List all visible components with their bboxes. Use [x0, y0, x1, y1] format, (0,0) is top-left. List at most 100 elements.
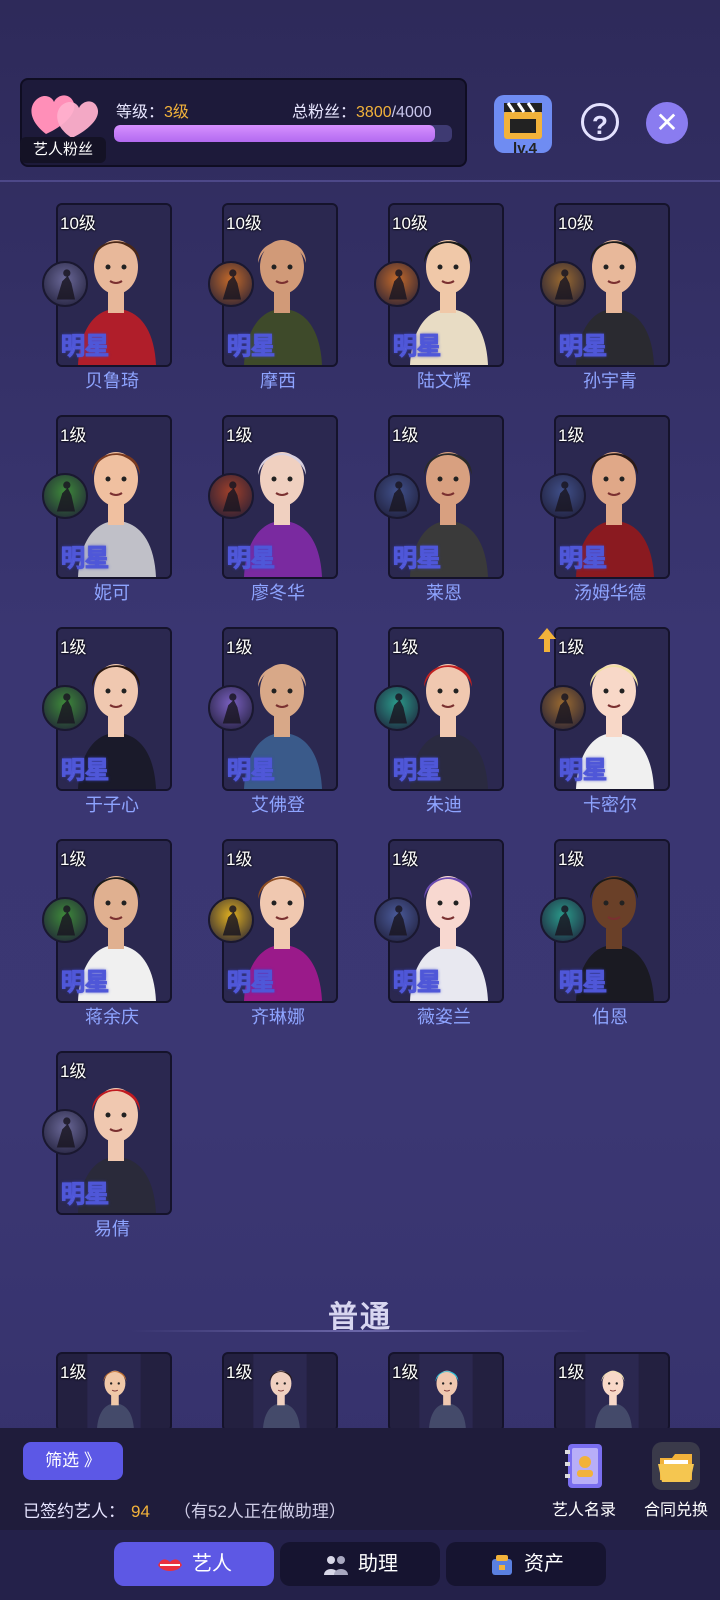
- contract-folder-icon: [652, 1442, 700, 1490]
- artist-name: 贝鲁琦: [85, 371, 139, 391]
- level-value: 3级: [164, 104, 189, 121]
- star-label: 明星: [559, 545, 608, 573]
- assistants-icon: [324, 1555, 348, 1575]
- fans-current: 3800: [356, 104, 392, 121]
- artist-name: 陆文辉: [417, 371, 471, 391]
- header-divider: [0, 180, 720, 182]
- artist-name: 莱恩: [426, 583, 462, 603]
- star-label: 明星: [227, 757, 276, 785]
- dancer-icon: [540, 897, 586, 943]
- star-label: 明星: [559, 969, 608, 997]
- thinker-icon: [374, 261, 420, 307]
- artist-name: 孙宇青: [583, 371, 637, 391]
- tab-assistants-label: 助理: [358, 1553, 398, 1575]
- clapper-level: lv.4: [513, 140, 537, 157]
- artist-name: 伯恩: [592, 1007, 628, 1027]
- star-label: 明星: [559, 757, 608, 785]
- signed-count: 94: [131, 1502, 150, 1521]
- artist-name: 妮可: [94, 583, 130, 603]
- artist-level: 1级: [226, 1363, 253, 1382]
- tab-artists-label: 艺人: [192, 1553, 232, 1575]
- soldier-icon: [208, 897, 254, 943]
- liberty-icon: [42, 897, 88, 943]
- parachute-icon: [540, 261, 586, 307]
- artist-level: 10级: [226, 214, 262, 233]
- artist-level: 1级: [60, 426, 87, 445]
- filter-button[interactable]: 筛选 》: [23, 1442, 123, 1480]
- fans-progress-bar: [114, 125, 452, 142]
- bottom-tab-bar: 艺人 助理 资产: [0, 1530, 720, 1600]
- roster-book-icon: [565, 1444, 602, 1488]
- artist-roster-button[interactable]: 艺人名录: [544, 1440, 624, 1520]
- climber-icon: [42, 261, 88, 307]
- star-label: 明星: [61, 757, 110, 785]
- hearts-icon: [31, 95, 99, 138]
- fans-text: 总粉丝：3800/4000: [292, 98, 432, 122]
- tab-assets[interactable]: 资产: [446, 1542, 606, 1586]
- star-label: 明星: [393, 757, 442, 785]
- star-label: 明星: [61, 969, 110, 997]
- common-artist-card[interactable]: 1级: [222, 1352, 338, 1432]
- star-label: 明星: [559, 333, 608, 361]
- artist-name: 摩西: [260, 371, 296, 391]
- artist-level: 1级: [392, 1363, 419, 1382]
- common-artist-card[interactable]: 1级: [554, 1352, 670, 1432]
- artist-level: 1级: [60, 638, 87, 657]
- artist-name: 易倩: [94, 1219, 130, 1239]
- lips-icon: [158, 1559, 182, 1571]
- star-label: 明星: [61, 333, 110, 361]
- artist-level: 1级: [226, 638, 253, 657]
- common-artist-card[interactable]: 1级: [388, 1352, 504, 1432]
- liberty-icon: [42, 685, 88, 731]
- thinker-icon: [208, 261, 254, 307]
- spiral-icon: [208, 685, 254, 731]
- help-button[interactable]: ?: [581, 103, 619, 141]
- artist-name: 艾佛登: [251, 795, 305, 815]
- dancer-icon: [374, 685, 420, 731]
- star-label: 明星: [393, 545, 442, 573]
- roster-label: 艺人名录: [551, 1502, 616, 1519]
- fans-total: /4000: [391, 104, 432, 121]
- artist-name: 蒋余庆: [85, 1007, 139, 1027]
- fan-label: 艺人粉丝: [20, 137, 106, 163]
- artist-level: 1级: [558, 850, 585, 869]
- artist-level: 1级: [226, 850, 253, 869]
- ship-icon: [540, 473, 586, 519]
- artist-level: 1级: [60, 1363, 87, 1382]
- artist-level: 1级: [392, 638, 419, 657]
- tree-icon: [208, 473, 254, 519]
- artist-level: 1级: [60, 850, 87, 869]
- star-label: 明星: [61, 545, 110, 573]
- artist-name: 朱迪: [426, 795, 462, 815]
- star-label: 明星: [393, 333, 442, 361]
- climber-icon: [42, 1109, 88, 1155]
- parachute-icon: [540, 685, 586, 731]
- section-divider: [130, 1330, 590, 1332]
- artist-level: 1级: [558, 1363, 585, 1382]
- contract-exchange-button[interactable]: 合同兑换: [636, 1440, 716, 1520]
- star-label: 明星: [227, 969, 276, 997]
- assets-icon: [492, 1554, 512, 1575]
- level-label: 等级：: [116, 104, 165, 121]
- liberty-icon: [42, 473, 88, 519]
- artist-level: 10级: [558, 214, 594, 233]
- ship-icon: [374, 473, 420, 519]
- level-text: 等级：3级: [116, 98, 189, 122]
- artist-level: 10级: [60, 214, 96, 233]
- fans-label: 总粉丝：: [292, 104, 357, 121]
- artist-name: 齐琳娜: [251, 1007, 305, 1027]
- artist-level: 1级: [60, 1062, 87, 1081]
- artist-level: 10级: [392, 214, 428, 233]
- artist-level: 1级: [392, 850, 419, 869]
- close-button[interactable]: ✕: [646, 102, 688, 144]
- common-artist-card[interactable]: 1级: [56, 1352, 172, 1432]
- artist-level: 1级: [226, 426, 253, 445]
- signed-label: 已签约艺人：: [23, 1502, 125, 1521]
- tab-artists[interactable]: 艺人: [114, 1542, 274, 1586]
- ufo-icon: [374, 897, 420, 943]
- tab-assistants[interactable]: 助理: [280, 1542, 440, 1586]
- star-label: 明星: [393, 969, 442, 997]
- signed-info: 已签约艺人： 94 （有52人正在做助理）: [23, 1497, 346, 1522]
- star-label: 明星: [227, 333, 276, 361]
- artist-name: 薇姿兰: [417, 1007, 471, 1027]
